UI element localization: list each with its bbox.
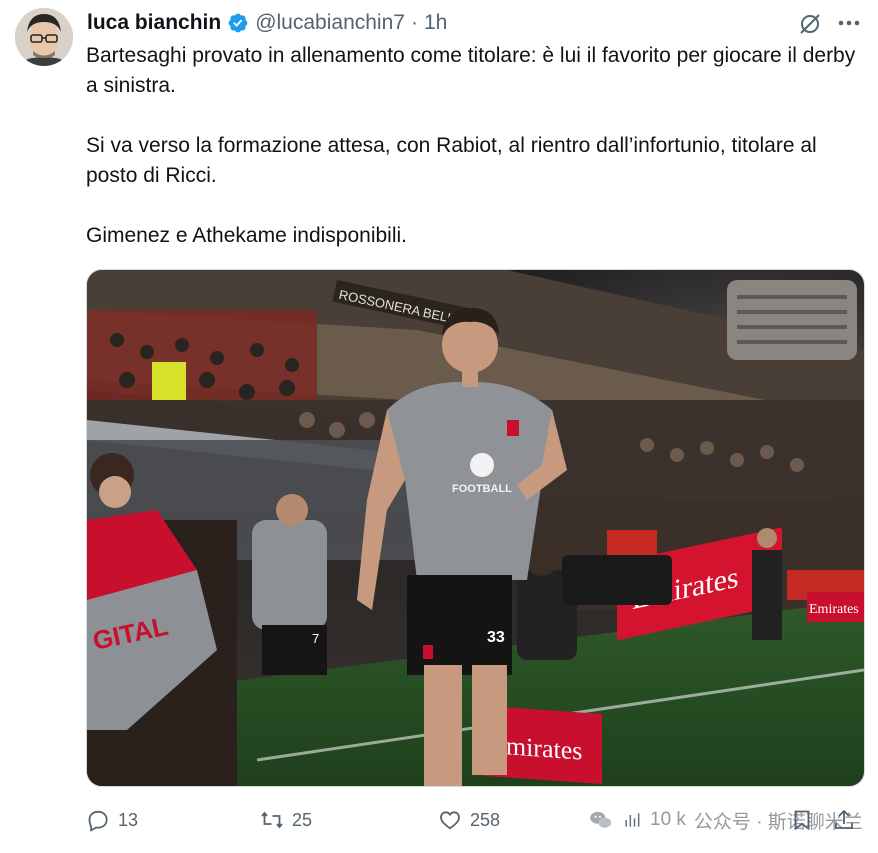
reply-button[interactable]: 13 [86, 804, 138, 836]
avatar-image [15, 8, 73, 66]
share-button[interactable] [832, 804, 856, 836]
repost-icon [261, 811, 283, 829]
more-icon[interactable] [836, 12, 862, 34]
ad-board-text: Emirates [809, 602, 859, 617]
wechat-icon [590, 811, 612, 828]
repost-button[interactable]: 25 [260, 804, 312, 836]
tweet-text: Bartesaghi provato in allenamento come t… [86, 41, 866, 251]
tweet-header: luca bianchin @lucabianchin7 · 1h [87, 10, 447, 36]
repost-count: 25 [292, 809, 313, 830]
player-second: 7 [252, 494, 327, 675]
tweet-photo[interactable]: ROSSONERA BELLU Emirates Emirates Emirat… [86, 269, 865, 787]
player2-number: 7 [312, 631, 319, 646]
share-icon [835, 809, 853, 829]
separator-dot: · [410, 11, 418, 34]
like-count: 258 [470, 809, 501, 830]
action-bar: 13 25 258 10 k 公众号 · 斯诺聊米兰 [86, 804, 866, 836]
reply-icon [88, 810, 108, 832]
like-icon [440, 811, 460, 830]
tweet-time[interactable]: 1h [424, 11, 447, 35]
bookmark-icon [794, 810, 810, 831]
bookmark-button[interactable] [790, 804, 814, 836]
tweet-paragraph: Gimenez e Athekame indisponibili. [86, 224, 408, 247]
reply-count: 13 [118, 809, 139, 830]
views-button[interactable]: 10 k 公众号 · 斯诺聊米兰 [588, 804, 863, 836]
stadium-photo: ROSSONERA BELLU Emirates Emirates Emirat… [87, 270, 864, 786]
shirt-sponsor: FOOTBALL [452, 483, 512, 495]
like-button[interactable]: 258 [438, 804, 500, 836]
views-count: 10 k [650, 809, 686, 830]
views-icon [625, 813, 640, 827]
author-handle[interactable]: @lucabianchin7 [255, 11, 405, 35]
player-number: 33 [487, 629, 505, 646]
verified-badge-icon [227, 12, 249, 34]
grok-icon[interactable] [796, 10, 824, 38]
ad-board: Emirates [807, 592, 864, 622]
tweet-paragraph: Bartesaghi provato in allenamento come t… [86, 44, 856, 97]
tweet-paragraph: Si va verso la formazione attesa, con Ra… [86, 134, 817, 187]
author-name[interactable]: luca bianchin [87, 11, 221, 35]
avatar[interactable] [15, 8, 73, 66]
